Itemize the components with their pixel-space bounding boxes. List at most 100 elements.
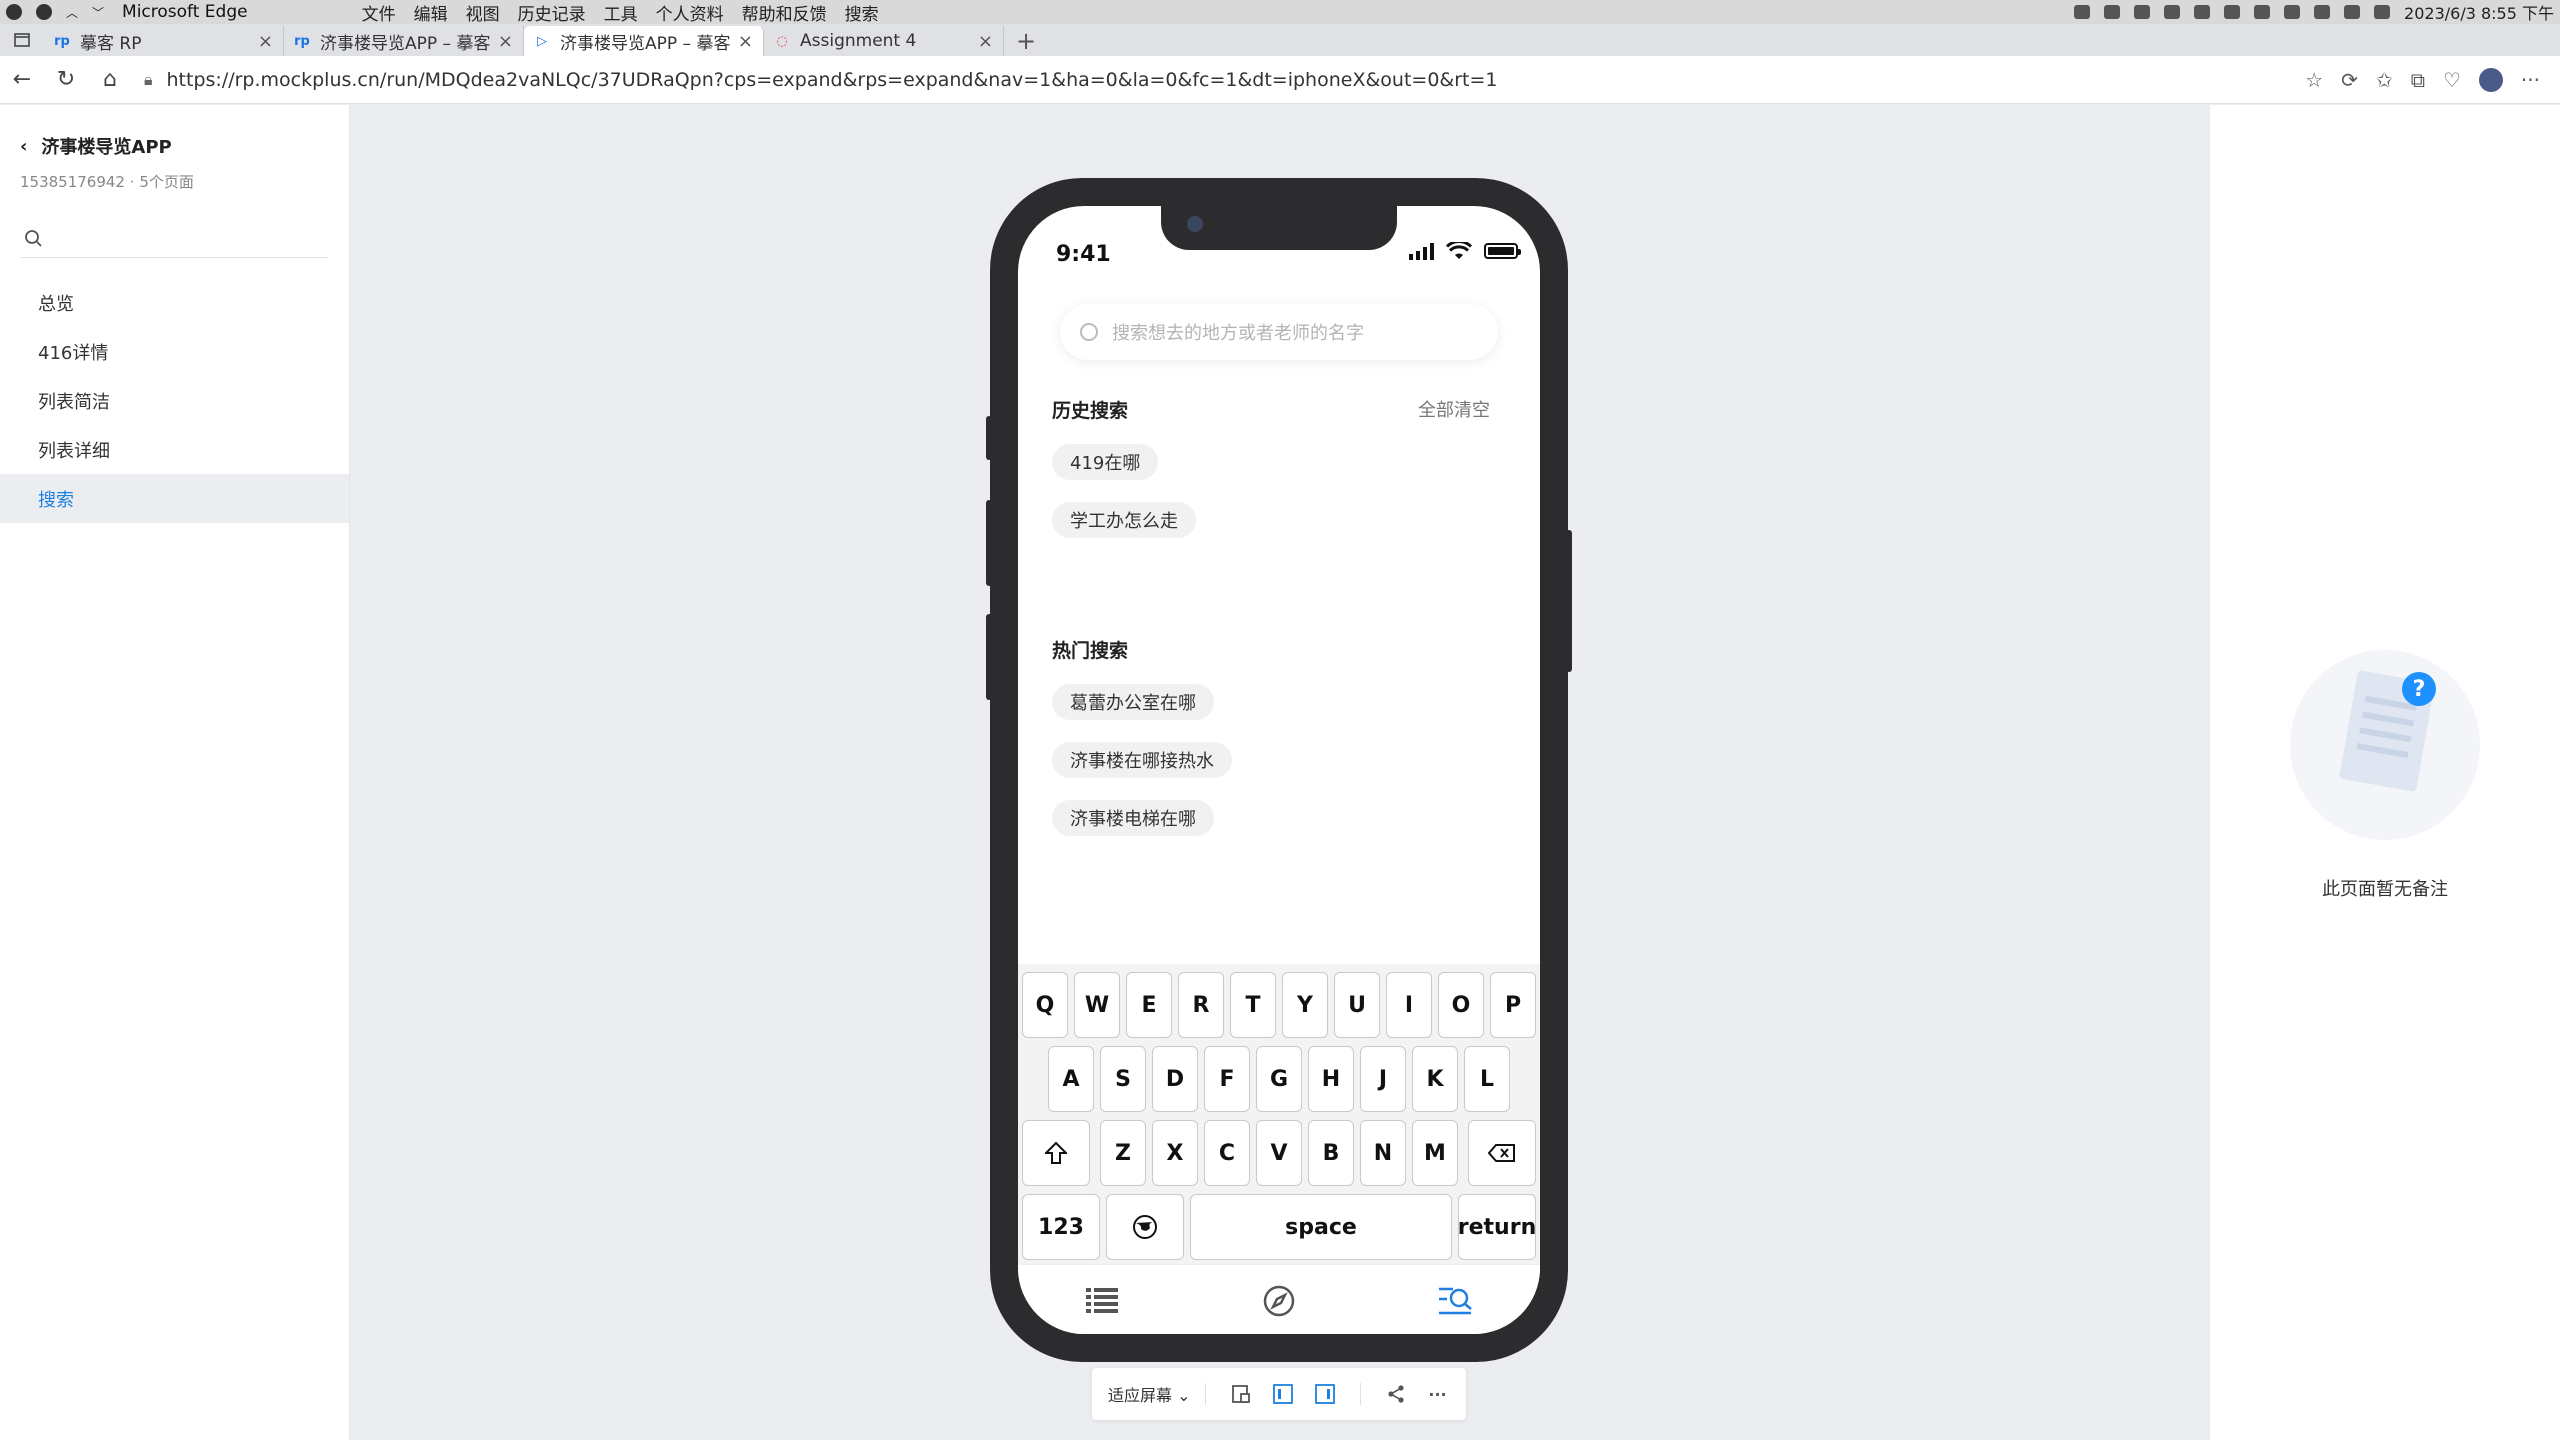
key-d[interactable]: D: [1152, 1046, 1198, 1112]
menu-help[interactable]: 帮助和反馈: [742, 0, 827, 25]
globe-key-icon[interactable]: [1106, 1194, 1184, 1260]
sidebar-item-overview[interactable]: 总览: [0, 278, 349, 327]
history-chip[interactable]: 419在哪: [1052, 444, 1159, 480]
tab-assignment[interactable]: ◌ Assignment 4 ×: [764, 26, 1004, 56]
backspace-key-icon[interactable]: [1468, 1120, 1536, 1186]
key-k[interactable]: K: [1412, 1046, 1458, 1112]
history-chip[interactable]: 学工办怎么走: [1052, 502, 1196, 538]
menu-view[interactable]: 视图: [466, 0, 500, 25]
sidebar-item-search[interactable]: 搜索: [0, 474, 349, 523]
favorite-star-icon[interactable]: ☆: [2305, 68, 2323, 92]
page-search-input[interactable]: [20, 218, 329, 258]
qq-icon[interactable]: [2194, 5, 2211, 19]
menu-profile[interactable]: 个人资料: [656, 0, 724, 25]
key-p[interactable]: P: [1490, 972, 1536, 1038]
sidebar-item-416[interactable]: 416详情: [0, 327, 349, 376]
numbers-key[interactable]: 123: [1022, 1194, 1100, 1260]
key-i[interactable]: I: [1386, 972, 1432, 1038]
list-tab-icon[interactable]: [1084, 1283, 1120, 1319]
key-l[interactable]: L: [1464, 1046, 1510, 1112]
return-key[interactable]: return: [1458, 1194, 1536, 1260]
space-key[interactable]: space: [1190, 1194, 1452, 1260]
close-icon[interactable]: ×: [978, 31, 993, 52]
notification-icon[interactable]: [2074, 5, 2091, 19]
chevron-down-icon[interactable]: ﹀: [92, 4, 104, 21]
tab-mockplus-rp[interactable]: rp 摹客 RP ×: [44, 26, 284, 56]
tab-project-run[interactable]: ▷ 济事楼导览APP – 摹客 ×: [524, 26, 764, 56]
key-q[interactable]: Q: [1022, 972, 1068, 1038]
apple-icon[interactable]: [6, 4, 22, 20]
key-z[interactable]: Z: [1100, 1120, 1146, 1186]
search-input[interactable]: 搜索想去的地方或者老师的名字: [1060, 304, 1498, 360]
compass-tab-icon[interactable]: [1261, 1283, 1297, 1319]
home-icon[interactable]: ⌂: [88, 58, 132, 102]
tray-app-icon[interactable]: [2164, 5, 2181, 19]
tab-actions-icon[interactable]: [0, 24, 44, 56]
menu-search[interactable]: 搜索: [845, 0, 879, 25]
key-v[interactable]: V: [1256, 1120, 1302, 1186]
key-t[interactable]: T: [1230, 972, 1276, 1038]
tray-app-icon[interactable]: [2254, 5, 2271, 19]
hot-chip[interactable]: 济事楼在哪接热水: [1052, 742, 1232, 778]
menu-history[interactable]: 历史记录: [518, 0, 586, 25]
url-field[interactable]: 🔒︎ https://rp.mockplus.cn/run/MDQdea2vaN…: [144, 69, 2305, 91]
profile-avatar[interactable]: [2478, 67, 2503, 92]
share-icon[interactable]: [1384, 1382, 1408, 1406]
tray-app-icon[interactable]: [2134, 5, 2151, 19]
search-tab-icon[interactable]: [1438, 1283, 1474, 1319]
hot-chip[interactable]: 葛蕾办公室在哪: [1052, 684, 1214, 720]
key-g[interactable]: G: [1256, 1046, 1302, 1112]
edge-app-menu[interactable]: Microsoft Edge: [122, 2, 248, 22]
fit-screen-dropdown[interactable]: 适应屏幕 ⌄: [1108, 1382, 1191, 1406]
menu-file[interactable]: 文件: [362, 0, 396, 25]
key-y[interactable]: Y: [1282, 972, 1328, 1038]
wifi-icon[interactable]: [2344, 5, 2361, 19]
menu-tools[interactable]: 工具: [604, 0, 638, 25]
key-s[interactable]: S: [1100, 1046, 1146, 1112]
sidebar-item-list-simple[interactable]: 列表简洁: [0, 376, 349, 425]
key-x[interactable]: X: [1152, 1120, 1198, 1186]
key-a[interactable]: A: [1048, 1046, 1094, 1112]
more-icon[interactable]: ···: [2521, 68, 2540, 92]
clear-all-button[interactable]: 全部清空: [1418, 396, 1490, 422]
tray-app-icon[interactable]: [2224, 5, 2241, 19]
new-tab-button[interactable]: +: [1004, 26, 1048, 56]
collections-icon[interactable]: ⧉: [2411, 68, 2425, 92]
back-chevron-icon[interactable]: ‹: [20, 136, 27, 157]
more-icon[interactable]: ···: [1426, 1382, 1450, 1406]
hot-chip[interactable]: 济事楼电梯在哪: [1052, 800, 1214, 836]
lock-icon[interactable]: 🔒︎: [144, 70, 153, 90]
right-panel-toggle-icon[interactable]: [1313, 1382, 1337, 1406]
close-icon[interactable]: ×: [258, 31, 273, 52]
refresh-icon[interactable]: ↻: [44, 58, 88, 102]
battery-icon[interactable]: [2314, 5, 2331, 19]
browser-essentials-icon[interactable]: ♡: [2443, 68, 2461, 92]
key-c[interactable]: C: [1204, 1120, 1250, 1186]
key-m[interactable]: M: [1412, 1120, 1458, 1186]
key-b[interactable]: B: [1308, 1120, 1354, 1186]
close-icon[interactable]: [36, 4, 52, 20]
volume-icon[interactable]: [2374, 5, 2391, 19]
tray-app-icon[interactable]: [2284, 5, 2301, 19]
back-icon[interactable]: ←: [0, 58, 44, 102]
chevron-up-icon[interactable]: ︿: [66, 4, 78, 21]
close-icon[interactable]: ×: [498, 31, 513, 52]
key-w[interactable]: W: [1074, 972, 1120, 1038]
key-e[interactable]: E: [1126, 972, 1172, 1038]
key-n[interactable]: N: [1360, 1120, 1406, 1186]
key-r[interactable]: R: [1178, 972, 1224, 1038]
close-icon[interactable]: ×: [738, 31, 753, 52]
sidebar-item-list-detail[interactable]: 列表详细: [0, 425, 349, 474]
key-h[interactable]: H: [1308, 1046, 1354, 1112]
menu-edit[interactable]: 编辑: [414, 0, 448, 25]
key-u[interactable]: U: [1334, 972, 1380, 1038]
left-panel-toggle-icon[interactable]: [1271, 1382, 1295, 1406]
key-j[interactable]: J: [1360, 1046, 1406, 1112]
tab-project[interactable]: rp 济事楼导览APP – 摹客 ×: [284, 26, 524, 56]
device-frame-icon[interactable]: [1229, 1382, 1253, 1406]
key-o[interactable]: O: [1438, 972, 1484, 1038]
extension-icon[interactable]: ⟳: [2341, 68, 2358, 92]
favorites-icon[interactable]: ✩: [2376, 68, 2393, 92]
key-f[interactable]: F: [1204, 1046, 1250, 1112]
datetime[interactable]: 2023/6/3 8:55 下午: [2404, 0, 2554, 24]
